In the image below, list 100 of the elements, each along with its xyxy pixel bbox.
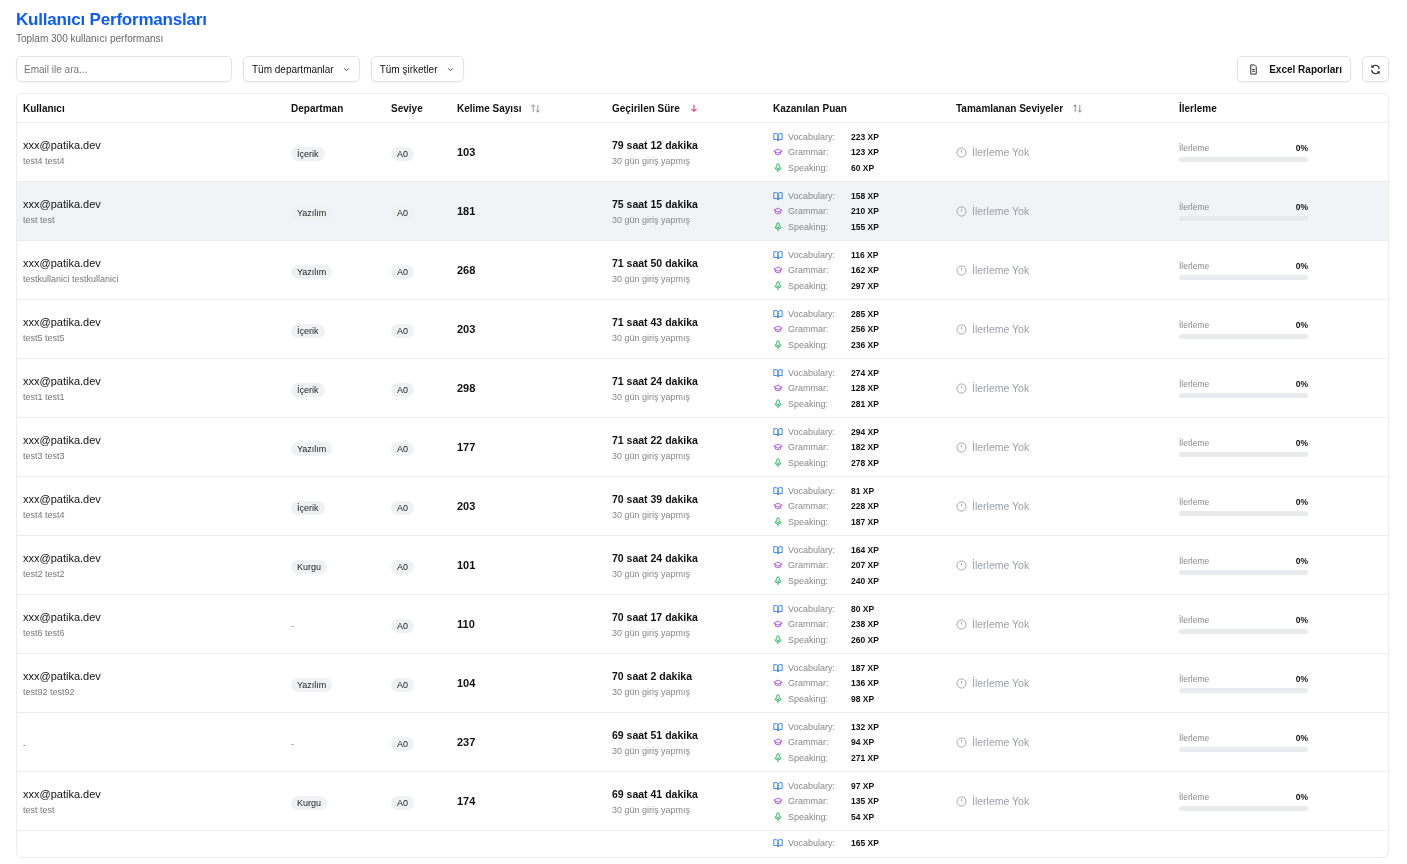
points-value: 182 XP (851, 442, 879, 452)
department-tag: İçerik (291, 324, 325, 338)
points-value: 236 XP (851, 339, 879, 350)
time-spent: 71 saat 22 dakika (612, 433, 699, 446)
points-value: 260 XP (851, 634, 879, 645)
points-value: 274 XP (851, 367, 879, 378)
progress-label: İlerleme (1179, 555, 1210, 566)
book-icon (773, 721, 783, 732)
points-label: Speaking: (788, 339, 830, 350)
table-row[interactable]: xxx@patika.dev test test Kurgu A0 174 69 saat 41 dakika 30 gün giriş yapmış Vocabulary: 97 XP Grammar: 135 XP Speaking: 54 XP İlerleme Yok İlerleme 0% (17, 772, 1388, 830)
progress-percent: 0% (1295, 732, 1308, 743)
points-label: Vocabulary: (788, 837, 837, 848)
points-value: 281 XP (851, 398, 879, 409)
login-days: 30 gün giriş yapmış (612, 686, 773, 697)
points-label: Vocabulary: (788, 249, 837, 260)
time-spent: 71 saat 43 dakika (612, 315, 699, 328)
column-header[interactable]: Geçirilen Süre (612, 102, 773, 114)
level-tag: A0 (391, 383, 414, 397)
points-label: Grammar: (788, 324, 830, 334)
column-header[interactable]: Tamamlanan Seviyeler (956, 102, 1179, 114)
progress-label: İlerleme (1179, 142, 1210, 153)
table-row[interactable]: xxx@patika.dev test4 test4 İçerik A0 203 70 saat 39 dakika 30 gün giriş yapmış Vocabulary: 81 XP Grammar: 228 XP Speaking: 187 XP İlerleme Yok İlerleme 0% (17, 477, 1388, 535)
table-row[interactable]: xxx@patika.dev test1 test1 İçerik A0 298 71 saat 24 dakika 30 gün giriş yapmış Vocabulary: 274 XP Grammar: 128 XP Speaking: 281 XP İlerleme Yok İlerleme 0% (17, 359, 1388, 417)
table-row[interactable]: xxx@patika.dev test92 test92 Yazılım A0 104 70 saat 2 dakika 30 gün giriş yapmış Vocabulary: 187 XP Grammar: 136 XP Speaking: 98 XP İlerleme Yok İlerleme 0% (17, 654, 1388, 712)
user-name: test1 test1 (23, 391, 66, 402)
user-email: xxx@patika.dev (23, 138, 102, 151)
word-count: 237 (457, 736, 477, 748)
department-tag: - (291, 621, 294, 631)
column-header: Seviye (391, 102, 424, 114)
microphone-icon (773, 575, 783, 586)
excel-report-button[interactable]: Excel Raporları (1237, 56, 1351, 82)
login-days: 30 gün giriş yapmış (612, 332, 773, 343)
points-label: Speaking: (788, 811, 830, 822)
table-row[interactable]: xxx@patika.dev test6 test6 - A0 110 70 saat 17 dakika 30 gün giriş yapmış Vocabulary: 80 XP Grammar: 238 XP Speaking: 260 XP İlerleme Yok İlerleme 0% (17, 595, 1388, 653)
graduation-cap-icon (773, 737, 783, 747)
filter-dropdown[interactable]: Tüm şirketler (370, 56, 464, 82)
user-name: test5 test5 (23, 332, 66, 343)
word-count: 298 (457, 382, 477, 394)
table-row[interactable]: xxx@patika.dev test2 test2 Kurgu A0 101 70 saat 24 dakika 30 gün giriş yapmış Vocabulary: 164 XP Grammar: 207 XP Speaking: 240 XP İlerleme Yok İlerleme 0% (17, 536, 1388, 594)
column-header: Departman (291, 102, 345, 114)
page-title: Kullanıcı Performansları (16, 10, 208, 30)
microphone-icon (773, 693, 783, 704)
filter-dropdown[interactable]: Tüm departmanlar (243, 56, 360, 82)
time-spent: 69 saat 41 dakika (612, 787, 699, 800)
points-value: 97 XP (851, 780, 875, 791)
login-days: 30 gün giriş yapmış (612, 568, 773, 579)
book-icon (773, 662, 783, 673)
table-row[interactable]: - - A0 237 69 saat 51 dakika 30 gün giriş yapmış Vocabulary: 132 XP Grammar: 94 XP Speaking: 271 XP İlerleme Yok İlerleme 0% (17, 713, 1388, 771)
word-count: 104 (457, 677, 477, 689)
login-days: 30 gün giriş yapmış (612, 214, 773, 225)
points-value: 162 XP (851, 265, 879, 275)
no-progress-text: İlerleme Yok (972, 500, 1030, 512)
progress-percent: 0% (1295, 319, 1308, 330)
points-label: Grammar: (788, 383, 830, 393)
table-row[interactable]: xxx@patika.dev test4 test4 İçerik A0 103 79 saat 12 dakika 30 gün giriş yapmış Vocabulary: 223 XP Grammar: 123 XP Speaking: 60 XP İlerleme Yok İlerleme 0% (17, 123, 1388, 181)
points-label: Vocabulary: (788, 485, 837, 496)
search-field[interactable]: Email ile ara... (16, 56, 232, 82)
points-value: 187 XP (851, 516, 879, 527)
user-email: xxx@patika.dev (23, 315, 102, 328)
time-spent: 79 saat 12 dakika (612, 138, 699, 151)
user-name: test test (23, 804, 56, 815)
book-icon (773, 367, 783, 378)
sort-icon[interactable] (530, 102, 542, 114)
points-label: Vocabulary: (788, 721, 837, 732)
arrow-down-icon[interactable] (688, 103, 699, 113)
points-label: Vocabulary: (788, 603, 837, 614)
table-row[interactable]: xxx@patika.dev test test Yazılım A0 181 75 saat 15 dakika 30 gün giriş yapmış Vocabulary: 158 XP Grammar: 210 XP Speaking: 155 XP İlerleme Yok İlerleme 0% (17, 182, 1388, 240)
progress-percent: 0% (1295, 201, 1308, 212)
time-spent: 70 saat 39 dakika (612, 492, 699, 505)
refresh-button[interactable] (1362, 56, 1389, 82)
sort-icon[interactable] (1072, 102, 1084, 114)
clock-icon (956, 382, 967, 394)
book-icon (773, 485, 783, 496)
graduation-cap-icon (773, 619, 783, 629)
word-count: 177 (457, 441, 477, 453)
clock-icon (956, 677, 967, 689)
user-email: xxx@patika.dev (23, 492, 102, 505)
department-tag: Yazılım (291, 678, 333, 692)
login-days: 30 gün giriş yapmış (612, 155, 773, 166)
level-tag: A0 (391, 442, 414, 456)
login-days: 30 gün giriş yapmış (612, 509, 773, 520)
points-value: 210 XP (851, 206, 879, 216)
column-header[interactable]: Kelime Sayısı (457, 102, 612, 114)
user-name: test4 test4 (23, 155, 66, 166)
spreadsheet-file-icon (1248, 63, 1260, 75)
book-icon (773, 249, 783, 260)
user-name: test92 test92 (23, 686, 76, 697)
points-label: Grammar: (788, 206, 830, 216)
progress-label: İlerleme (1179, 437, 1210, 448)
table-row[interactable]: xxx@patika.dev test5 test5 İçerik A0 203 71 saat 43 dakika 30 gün giriş yapmış Vocabulary: 285 XP Grammar: 256 XP Speaking: 236 XP İlerleme Yok İlerleme 0% (17, 300, 1388, 358)
points-label: Vocabulary: (788, 190, 837, 201)
points-label: Grammar: (788, 501, 830, 511)
progress-percent: 0% (1295, 791, 1308, 802)
progress-label: İlerleme (1179, 260, 1210, 271)
clock-icon (956, 736, 967, 748)
user-name: test2 test2 (23, 568, 66, 579)
table-row[interactable]: xxx@patika.dev test3 test3 Yazılım A0 177 71 saat 22 dakika 30 gün giriş yapmış Vocabulary: 294 XP Grammar: 182 XP Speaking: 278 XP İlerleme Yok İlerleme 0% (17, 418, 1388, 476)
table-row[interactable]: xxx@patika.dev testkullanici testkullanici Yazılım A0 268 71 saat 50 dakika 30 gün giriş yapmış Vocabulary: 116 XP Grammar: 162 XP Speaking: 297 XP İlerleme Yok İlerleme 0% (17, 241, 1388, 299)
points-label: Vocabulary: (788, 131, 837, 142)
progress-label: İlerleme (1179, 378, 1210, 389)
